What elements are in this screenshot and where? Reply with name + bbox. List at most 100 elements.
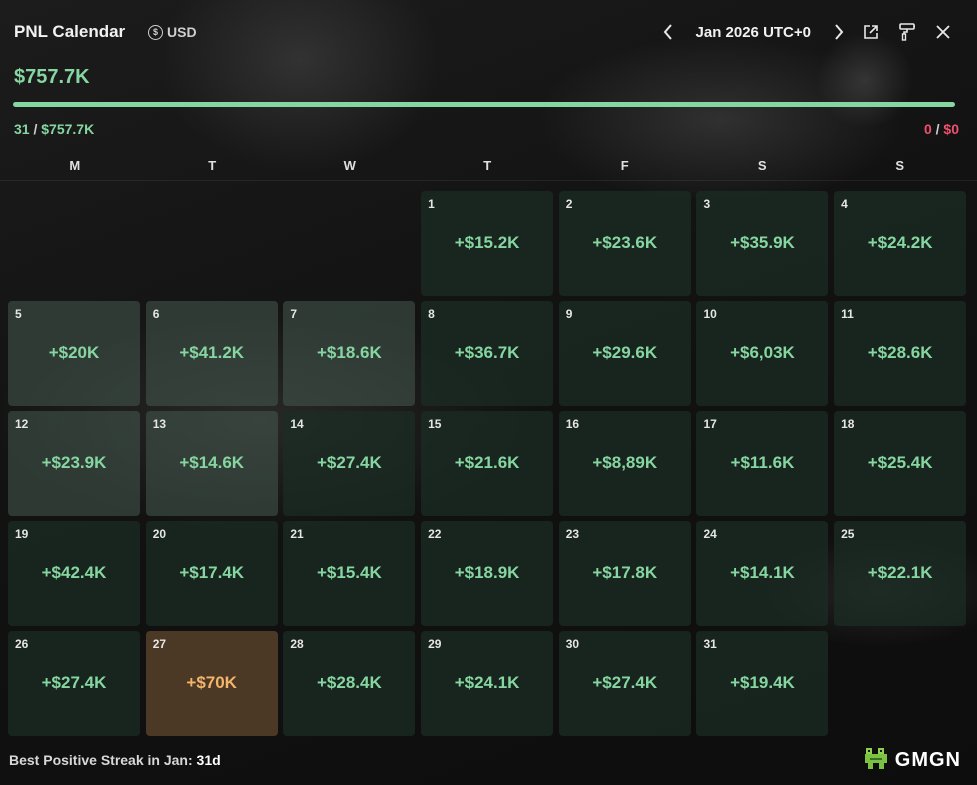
day-number: 17 (703, 417, 717, 431)
day-cell[interactable]: 13 +$14.6K (145, 411, 278, 516)
day-pnl: +$23.6K (592, 233, 658, 252)
negative-summary: 0 / $0 (924, 121, 959, 137)
day-cell-best[interactable]: 27 +$70K (145, 631, 278, 736)
weekday-label: T (483, 158, 492, 173)
day-cell[interactable]: 10 +$6,03K (696, 301, 829, 406)
day-pnl: +$35.9K (730, 233, 795, 252)
day-number: 22 (428, 527, 442, 541)
day-pnl: +$25.4K (867, 453, 933, 472)
chevron-left-icon[interactable] (654, 18, 682, 46)
day-number: 10 (703, 307, 717, 321)
day-pnl: +$6,03K (730, 343, 795, 362)
day-cell[interactable]: 9 +$29.6K (558, 301, 691, 406)
day-pnl: +$42.4K (41, 563, 107, 582)
day-cell[interactable]: 26 +$27.4K (8, 631, 140, 736)
day-cell[interactable]: 6 +$41.2K (145, 301, 278, 406)
day-number: 6 (152, 307, 160, 321)
day-number: 29 (428, 637, 442, 651)
day-pnl: +$24.2K (867, 233, 933, 252)
day-pnl: +$14.6K (179, 453, 245, 472)
streak-summary: Best Positive Streak in Jan: 31d (9, 752, 221, 768)
day-cell[interactable]: 12 +$23.9K (8, 411, 140, 516)
day-cell[interactable]: 25 +$22.1K (834, 521, 967, 626)
day-cell[interactable]: 19 +$42.4K (8, 521, 140, 626)
empty-day-cell (834, 631, 966, 736)
calendar-nav: Jan 2026 UTC+0 (654, 18, 957, 46)
separator: / (33, 121, 38, 137)
day-cell[interactable]: 2 +$23.6K (558, 191, 691, 296)
day-cell[interactable]: 20 +$17.4K (145, 521, 278, 626)
day-number: 15 (428, 417, 442, 431)
day-pnl: +$28.4K (317, 673, 382, 692)
weekday-label: M (69, 158, 81, 173)
day-pnl: +$17.4K (179, 563, 245, 582)
day-number: 14 (290, 417, 304, 431)
day-number: 28 (290, 637, 304, 651)
day-cell[interactable]: 15 +$21.6K (421, 411, 554, 516)
day-cell[interactable]: 28 +$28.4K (283, 631, 416, 736)
day-cell[interactable]: 18 +$25.4K (834, 411, 967, 516)
day-number: 4 (841, 197, 848, 211)
day-cell[interactable]: 5 +$20K (8, 301, 140, 406)
day-cell[interactable]: 16 +$8,89K (558, 411, 691, 516)
day-pnl: +$36.7K (454, 343, 520, 362)
day-pnl: +$8,89K (592, 453, 658, 472)
day-cell[interactable]: 14 +$27.4K (283, 411, 416, 516)
day-cell[interactable]: 11 +$28.6K (834, 301, 967, 406)
day-number: 21 (290, 527, 304, 541)
day-pnl: +$22.1K (867, 563, 933, 582)
close-icon[interactable] (929, 18, 957, 46)
day-pnl: +$18.6K (317, 343, 382, 362)
day-pnl: +$18.9K (454, 563, 520, 582)
day-number: 5 (15, 307, 22, 321)
negative-total: $0 (943, 121, 959, 137)
paint-roller-icon[interactable] (893, 18, 921, 46)
day-pnl: +$27.4K (592, 673, 658, 692)
day-pnl: +$70K (186, 673, 237, 692)
day-number: 30 (565, 637, 580, 651)
streak-label: Best Positive Streak in Jan: (9, 752, 193, 768)
day-cell[interactable]: 17 +$11.6K (696, 411, 829, 516)
day-number: 12 (15, 417, 29, 431)
weekday-label: T (208, 158, 217, 173)
day-cell[interactable]: 22 +$18.9K (421, 521, 554, 626)
day-cell[interactable]: 23 +$17.8K (558, 521, 691, 626)
day-number: 26 (15, 637, 29, 651)
day-number: 13 (152, 417, 167, 431)
weekday-header: M T W T F S S (6, 158, 968, 173)
day-cell[interactable]: 4 +$24.2K (834, 191, 967, 296)
day-cell[interactable]: 1 +$15.2K (421, 191, 554, 296)
day-pnl: +$17.8K (592, 563, 658, 582)
day-cell[interactable]: 3 +$35.9K (696, 191, 829, 296)
day-cell[interactable]: 21 +$15.4K (283, 521, 416, 626)
currency-label: USD (167, 24, 197, 40)
share-icon[interactable] (857, 18, 885, 46)
day-cell[interactable]: 29 +$24.1K (421, 631, 554, 736)
day-number: 8 (428, 307, 435, 321)
positive-summary: 31 / $757.7K (14, 121, 94, 137)
weekday-label: W (343, 158, 356, 173)
weekday-label: F (620, 158, 629, 173)
weekday-label: S (895, 158, 905, 173)
day-number: 18 (841, 417, 855, 431)
chevron-right-icon[interactable] (825, 18, 853, 46)
currency-selector[interactable]: $ USD (148, 24, 197, 40)
weekday-label: S (757, 158, 767, 173)
day-pnl: +$21.6K (454, 453, 520, 472)
day-cell[interactable]: 31 +$19.4K (696, 631, 829, 736)
streak-value: 31d (196, 752, 221, 768)
brand-logo: GMGN (863, 745, 961, 776)
day-pnl: +$28.6K (867, 343, 933, 362)
month-label[interactable]: Jan 2026 UTC+0 (696, 24, 811, 41)
day-pnl: +$29.6K (592, 343, 658, 362)
day-cell[interactable]: 24 +$14.1K (696, 521, 829, 626)
separator: / (935, 121, 940, 137)
day-pnl: +$24.1K (454, 673, 520, 692)
day-cell[interactable]: 30 +$27.4K (558, 631, 691, 736)
day-cell[interactable]: 7 +$18.6K (283, 301, 416, 406)
pnl-calendar-panel: PNL Calendar $ USD Jan 2026 UTC+0 $757.7… (0, 0, 977, 785)
day-pnl: +$11.6K (730, 453, 795, 472)
day-number: 16 (565, 417, 580, 431)
day-cell[interactable]: 8 +$36.7K (421, 301, 554, 406)
day-pnl: +$27.4K (317, 453, 382, 472)
